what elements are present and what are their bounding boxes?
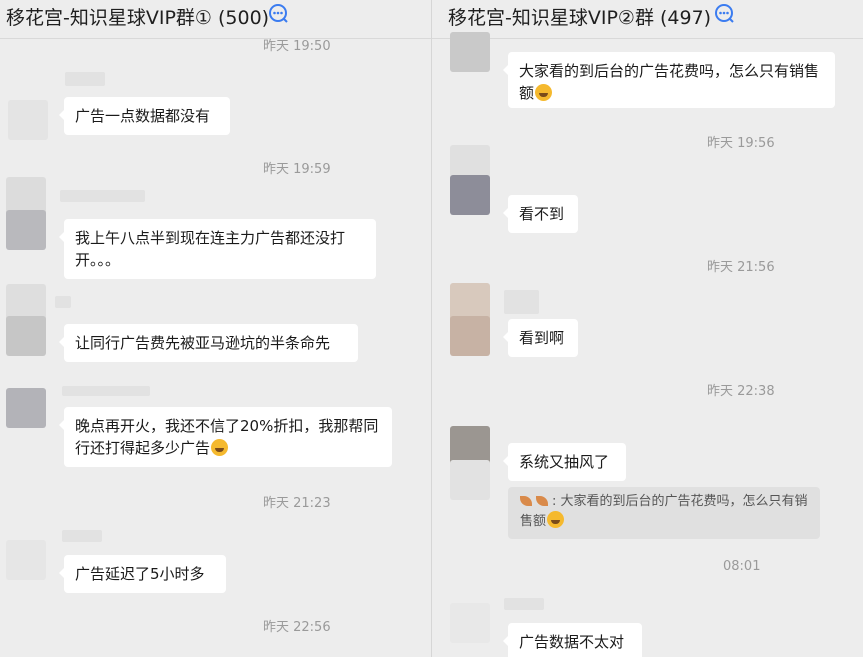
avatar[interactable] <box>8 100 48 140</box>
sender-name <box>65 72 105 86</box>
message-text: 看不到 <box>519 205 565 223</box>
sender-name <box>62 530 102 542</box>
message-bubble[interactable]: 广告数据不太对 <box>503 623 642 657</box>
message-text: 广告一点数据都没有 <box>75 107 211 125</box>
message-bubble[interactable]: 看到啊 <box>503 319 578 357</box>
chat-title: 移花宫-知识星球VIP群① (500) <box>6 7 270 29</box>
message-bubble[interactable]: 广告延迟了5小时多 <box>59 555 226 593</box>
avatar[interactable] <box>450 460 490 500</box>
chat-title: 移花宫-知识星球VIP②群 (497) <box>448 7 712 29</box>
avatar[interactable] <box>450 32 490 72</box>
laughing-emoji-icon <box>547 511 565 528</box>
message-text: 看到啊 <box>519 329 565 347</box>
avatar[interactable] <box>6 388 46 428</box>
sender-name <box>60 190 145 202</box>
message-text: 系统又抽风了 <box>519 453 610 471</box>
message-text: 让同行广告费先被亚马逊坑的半条命先 <box>75 334 331 352</box>
chat-header: 移花宫-知识星球VIP群① (500) <box>0 0 431 39</box>
message-text: 大家看的到后台的广告花费吗，怎么只有销售额 <box>519 62 820 102</box>
quoted-text: : 大家看的到后台的广告花费吗，怎么只有销售额 <box>520 494 808 529</box>
avatar[interactable] <box>450 316 490 356</box>
timestamp: 昨天 19:59 <box>263 162 331 177</box>
timestamp: 昨天 21:23 <box>263 496 331 511</box>
avatar[interactable] <box>450 603 490 643</box>
avatar[interactable] <box>6 210 46 250</box>
timestamp: 08:01 <box>723 559 761 574</box>
message-bubble[interactable]: 广告一点数据都没有 <box>59 97 230 135</box>
message-bubble[interactable]: 让同行广告费先被亚马逊坑的半条命先 <box>59 324 358 362</box>
chat-pane-vip1: 移花宫-知识星球VIP群① (500) 昨天 19:50 广告一点数据都没有 昨… <box>0 0 431 657</box>
message-bubble[interactable]: 看不到 <box>503 195 578 233</box>
sender-name <box>504 290 539 314</box>
timestamp: 昨天 21:56 <box>707 260 775 275</box>
message-bubble[interactable]: 系统又抽风了 <box>503 443 626 481</box>
sender-name <box>62 386 150 396</box>
chat-header: 移花宫-知识星球VIP②群 (497) <box>432 0 863 39</box>
timestamp: 昨天 22:56 <box>263 620 331 635</box>
chat-more-icon[interactable] <box>268 3 290 25</box>
chat-pane-vip2: 移花宫-知识星球VIP②群 (497) 大家看的到后台的广告花费吗，怎么只有销售… <box>432 0 863 657</box>
avatar[interactable] <box>450 175 490 215</box>
timestamp: 昨天 22:38 <box>707 384 775 399</box>
message-bubble[interactable]: 晚点再开火，我还不信了20%折扣，我那帮同行还打得起多少广告 <box>59 407 392 467</box>
laughing-emoji-icon <box>211 439 229 456</box>
quoted-message[interactable]: : 大家看的到后台的广告花费吗，怎么只有销售额 <box>508 487 820 539</box>
avatar[interactable] <box>6 316 46 356</box>
avatar[interactable] <box>6 540 46 580</box>
message-bubble[interactable]: 我上午八点半到现在连主力广告都还没打开。。。 <box>59 219 376 279</box>
sender-name <box>504 598 544 610</box>
timestamp: 昨天 19:50 <box>263 39 331 54</box>
chat-more-icon[interactable] <box>714 3 736 25</box>
leaf-icon <box>536 496 548 506</box>
timestamp: 昨天 19:56 <box>707 136 775 151</box>
message-text: 广告延迟了5小时多 <box>75 565 205 583</box>
leaf-icon <box>520 496 532 506</box>
message-text: 我上午八点半到现在连主力广告都还没打开。。。 <box>75 229 346 269</box>
sender-name <box>55 296 71 308</box>
message-bubble[interactable]: 大家看的到后台的广告花费吗，怎么只有销售额 <box>503 52 835 108</box>
message-text: 广告数据不太对 <box>519 633 625 651</box>
laughing-emoji-icon <box>535 84 553 101</box>
